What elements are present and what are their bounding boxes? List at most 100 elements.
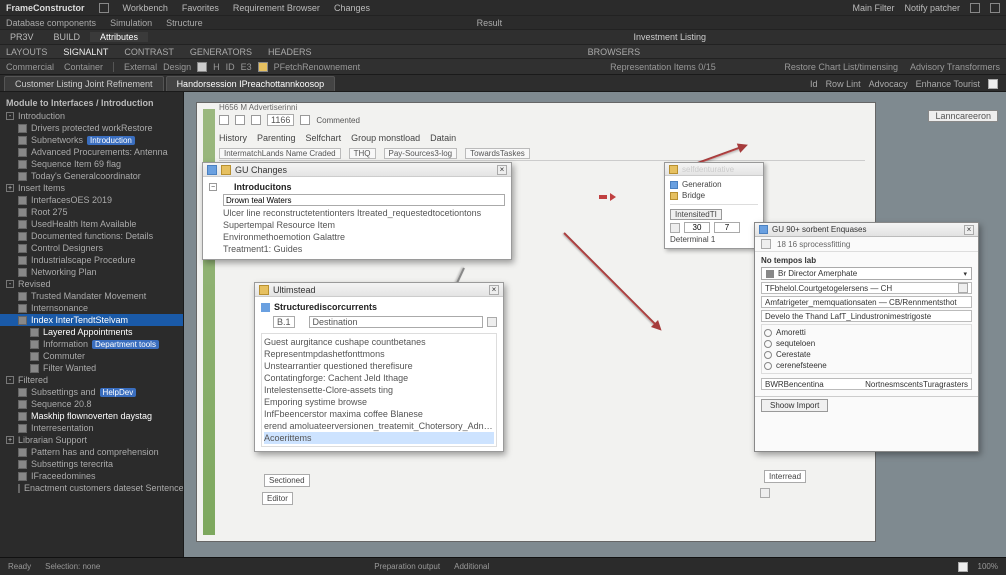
doc-page-field[interactable]: 1166 bbox=[267, 114, 294, 126]
file-tab-0[interactable]: Customer Listing Joint Refinement bbox=[4, 76, 164, 91]
popup2-list[interactable]: Guest aurgitance cushape countbetanes Re… bbox=[261, 333, 497, 447]
file-tab-1[interactable]: Handorsession IPreachottannkoosop bbox=[166, 76, 336, 91]
tree-item[interactable]: SubnetworksIntroduction bbox=[0, 134, 183, 146]
tree-item[interactable]: Enactment customers dateset Sentence bbox=[0, 482, 183, 494]
menu-notify-patcher[interactable]: Notify patcher bbox=[904, 3, 960, 13]
rb-0[interactable] bbox=[764, 329, 772, 337]
rb-1[interactable] bbox=[764, 340, 772, 348]
tool-external[interactable]: External bbox=[124, 62, 157, 72]
tablink-advocacy[interactable]: Advocacy bbox=[869, 79, 908, 89]
cat-headers[interactable]: HEADERS bbox=[268, 47, 312, 57]
tablink-enhance[interactable]: Enhance Tourist bbox=[916, 79, 980, 89]
window-close-icon[interactable] bbox=[990, 3, 1000, 13]
tree-item[interactable]: IFraceedomines bbox=[0, 470, 183, 482]
tree-item[interactable]: Control Designers bbox=[0, 242, 183, 254]
file-icon-yellow[interactable] bbox=[258, 62, 268, 72]
bigpanel-sub-cb[interactable] bbox=[761, 239, 771, 249]
tree-section[interactable]: +Insert Items bbox=[0, 182, 183, 194]
popup2-btn-editor[interactable]: Editor bbox=[262, 492, 293, 505]
bigpanel-dropdown[interactable]: Br Director Amerphate ▾ bbox=[761, 267, 972, 280]
cat-layouts[interactable]: LAYOUTS bbox=[6, 47, 47, 57]
bigpanel-close-icon[interactable]: × bbox=[964, 225, 974, 235]
expander-icon[interactable]: - bbox=[6, 280, 14, 288]
tree-item[interactable]: Root 275 bbox=[0, 206, 183, 218]
popup2-item-0[interactable]: Guest aurgitance cushape countbetanes bbox=[264, 336, 494, 348]
tree-item[interactable]: Layered Appointments bbox=[0, 326, 183, 338]
tree-item[interactable]: InformationDepartment tools bbox=[0, 338, 183, 350]
tree-item[interactable]: Sequence 20.8 bbox=[0, 398, 183, 410]
sec-tab-build[interactable]: BUILD bbox=[44, 32, 91, 42]
file-icon[interactable] bbox=[197, 62, 207, 72]
bigpanel-bar1[interactable]: TFbhelol.Courtgetogelersens — CH bbox=[761, 282, 972, 294]
tree-item[interactable]: Maskhip flownoverten daystag bbox=[0, 410, 183, 422]
doc-menu-parenting[interactable]: Parenting bbox=[257, 133, 296, 143]
expander-icon[interactable]: + bbox=[6, 436, 14, 444]
expander-icon[interactable]: + bbox=[6, 184, 14, 192]
doc-sub-2[interactable]: Pay-Sources3-log bbox=[384, 148, 458, 159]
tree-section[interactable]: -Filtered bbox=[0, 374, 183, 386]
popup2-btn-sectioned[interactable]: Sectioned bbox=[264, 474, 310, 487]
popup2-ctrl1[interactable]: B.1 bbox=[273, 316, 295, 328]
ribbon-db[interactable]: Database components bbox=[6, 18, 96, 28]
tree-item[interactable]: Filter Wanted bbox=[0, 362, 183, 374]
popup2-item-8[interactable]: Acoerittems bbox=[264, 432, 494, 444]
tree-item[interactable]: Subsettings andHelpDev bbox=[0, 386, 183, 398]
tree-item[interactable]: Documented functions: Details bbox=[0, 230, 183, 242]
midpopup-cb1[interactable] bbox=[670, 223, 680, 233]
doc-btn-4[interactable] bbox=[300, 115, 310, 125]
doc-btn-3[interactable] bbox=[251, 115, 261, 125]
doc-menu-datain[interactable]: Datain bbox=[430, 133, 456, 143]
popup2-item-5[interactable]: Emporing systime browse bbox=[264, 396, 494, 408]
status-zoom[interactable]: 100% bbox=[978, 562, 998, 572]
tree-item[interactable]: Networking Plan bbox=[0, 266, 183, 278]
midpopup-field1[interactable] bbox=[684, 222, 710, 233]
menu-workbench[interactable]: Workbench bbox=[123, 3, 168, 13]
tree-item[interactable]: Advanced Procurements: Antenna bbox=[0, 146, 183, 158]
doc-btn-2[interactable] bbox=[235, 115, 245, 125]
expander-icon[interactable]: - bbox=[6, 112, 14, 120]
popup1-close-icon[interactable]: × bbox=[497, 165, 507, 175]
tree-item[interactable]: Commuter bbox=[0, 350, 183, 362]
tree-item[interactable]: InterfacesOES 2019 bbox=[0, 194, 183, 206]
bigpanel-bar1b[interactable]: Amfatrigeter_memquationsaten — CB/Rennme… bbox=[761, 296, 972, 308]
tool-commercial[interactable]: Commercial bbox=[6, 62, 54, 72]
menu-main-filter[interactable]: Main Filter bbox=[852, 3, 894, 13]
sec-tab-attributes[interactable]: Attributes bbox=[90, 32, 148, 42]
bigpanel-bar1-cb[interactable] bbox=[958, 283, 968, 293]
popup1-expand-icon[interactable]: − bbox=[209, 183, 217, 191]
tree-section[interactable]: +Librarian Support bbox=[0, 434, 183, 446]
popup2-item-6[interactable]: InfFbeencerstor maxima coffee Blanese bbox=[264, 408, 494, 420]
tree-item[interactable]: Today's Generalcoordinator bbox=[0, 170, 183, 182]
menu-favorites[interactable]: Favorites bbox=[182, 3, 219, 13]
tool-container[interactable]: Container bbox=[64, 62, 103, 72]
ribbon-result[interactable]: Result bbox=[477, 18, 503, 28]
expander-icon[interactable]: - bbox=[6, 376, 14, 384]
popup2-go-icon[interactable] bbox=[487, 317, 497, 327]
rb-3[interactable] bbox=[764, 362, 772, 370]
popup2-item-1[interactable]: Representmpdashetfonttmons bbox=[264, 348, 494, 360]
menu-changes[interactable]: Changes bbox=[334, 3, 370, 13]
window-min-icon[interactable] bbox=[970, 3, 980, 13]
bigpanel-bar2[interactable]: Develo the Thand LafT_Lindustronimestrig… bbox=[761, 310, 972, 322]
popup2-item-7[interactable]: erend amoluateerversionen_treatemit_Chot… bbox=[264, 420, 494, 432]
doc-menu-group[interactable]: Group monstload bbox=[351, 133, 420, 143]
tree-item[interactable]: Index InterTendtStelvam bbox=[0, 314, 183, 326]
tree-item[interactable]: Pattern has and comprehension bbox=[0, 446, 183, 458]
midpopup-btn[interactable]: IntensitedTI bbox=[670, 209, 722, 220]
popup2-close-icon[interactable]: × bbox=[489, 285, 499, 295]
tree-item[interactable]: Industrialscape Procedure bbox=[0, 254, 183, 266]
tablink-rowlint[interactable]: Row Lint bbox=[826, 79, 861, 89]
sec-tab-pr3v[interactable]: PR3V bbox=[0, 32, 44, 42]
midpopup-field2[interactable] bbox=[714, 222, 740, 233]
doc-btn-1[interactable] bbox=[219, 115, 229, 125]
bigpanel-footer-bar[interactable]: BWRBencentinaNortnesmscentsTuragrasters bbox=[761, 378, 972, 390]
popup2-ctrl2[interactable]: Destination bbox=[309, 316, 483, 328]
tree-section[interactable]: -Revised bbox=[0, 278, 183, 290]
tree-item[interactable]: Trusted Mandater Movement bbox=[0, 290, 183, 302]
tool-restore[interactable]: Restore Chart List/timensing bbox=[784, 62, 898, 72]
tablink-id[interactable]: Id bbox=[810, 79, 818, 89]
mini-tag-interread[interactable]: Interread bbox=[764, 470, 806, 483]
doc-menu-selfchart[interactable]: Selfchart bbox=[306, 133, 342, 143]
popup2-item-3[interactable]: Contatingforge: Cachent Jeld Ithage bbox=[264, 372, 494, 384]
doc-menu-history[interactable]: History bbox=[219, 133, 247, 143]
